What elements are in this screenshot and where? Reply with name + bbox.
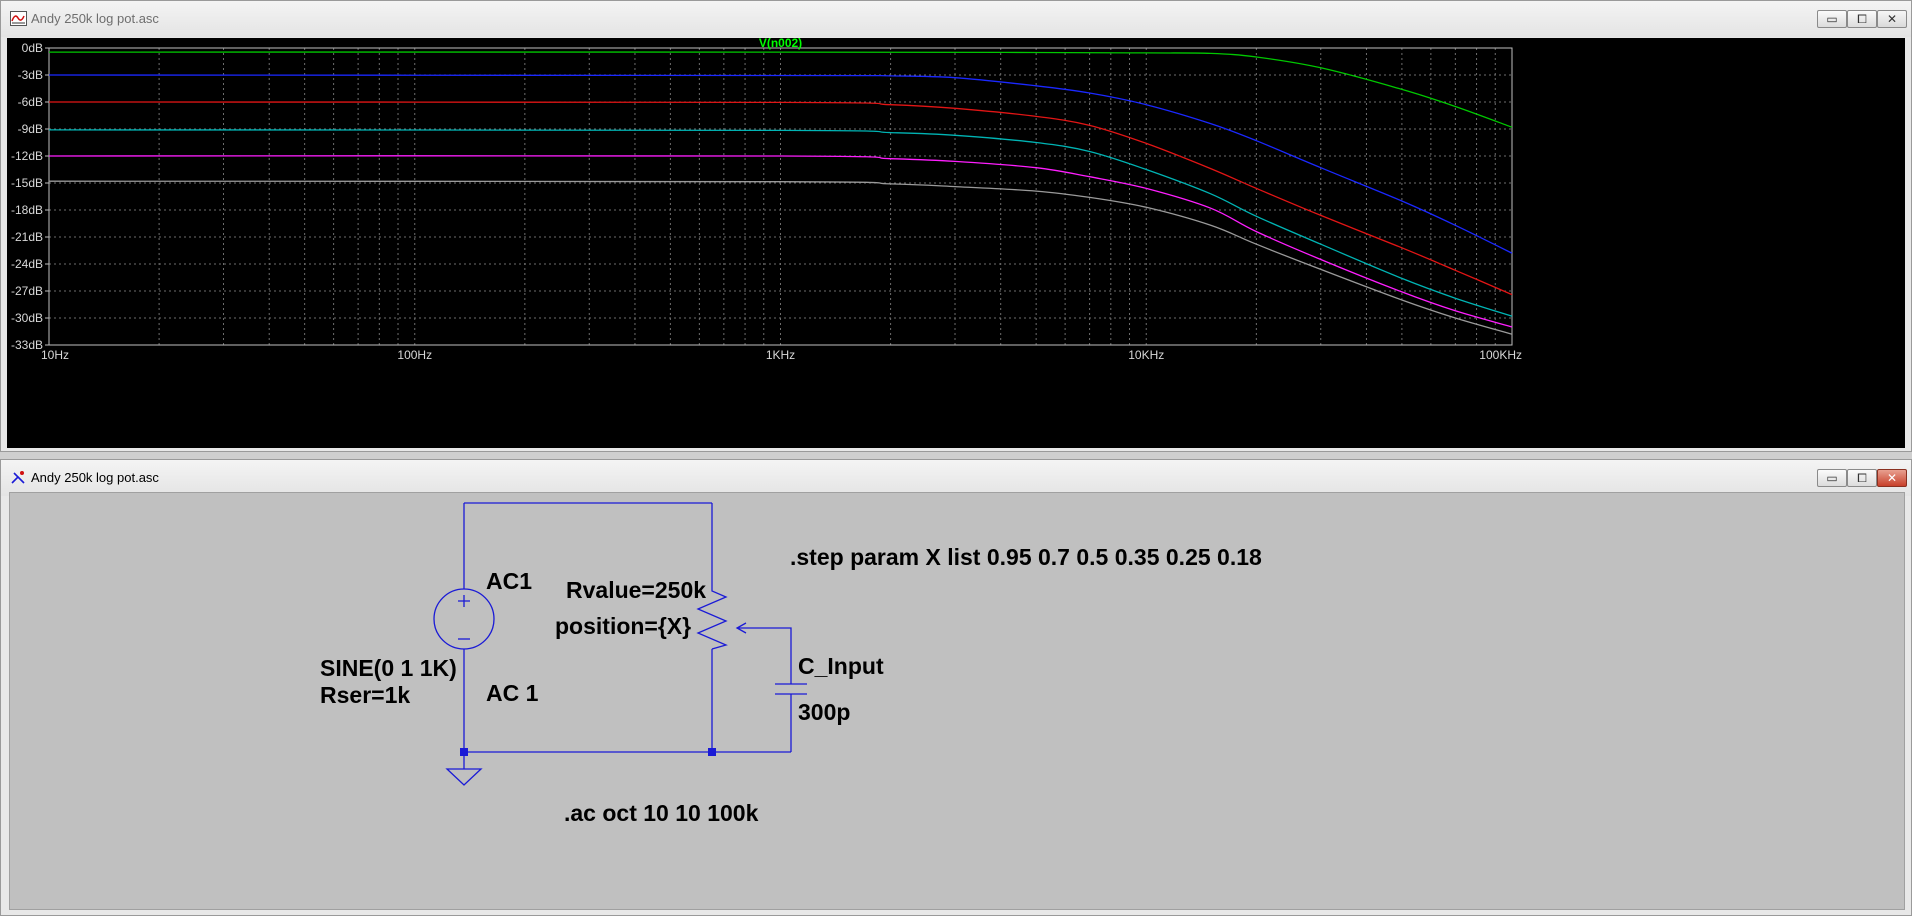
plot-frame <box>48 47 1513 346</box>
bode-plot[interactable]: 0dB -3dB -6dB -9dB -12dB -15dB -18dB -21dB -24dB… <box>7 38 1905 448</box>
y-tick-label: -24dB <box>11 257 43 271</box>
pot-position-label[interactable]: position={X} <box>555 613 691 639</box>
pot-rvalue-label[interactable]: Rvalue=250k <box>566 577 706 603</box>
plot-grid <box>49 48 1512 345</box>
plot-title[interactable]: V(n002) <box>759 38 802 50</box>
source-ac-label[interactable]: AC 1 <box>486 680 539 706</box>
y-tick-label: -33dB <box>11 338 43 352</box>
ground-icon <box>445 768 483 786</box>
circuit-diagram[interactable]: .step param X list 0.95 0.7 0.5 0.35 0.2… <box>10 493 1904 909</box>
schematic-canvas[interactable]: .step param X list 0.95 0.7 0.5 0.35 0.2… <box>9 492 1905 910</box>
junction-dot <box>708 748 716 756</box>
x-tick-label: 10KHz <box>1128 348 1164 362</box>
ac-directive[interactable]: .ac oct 10 10 100k <box>564 800 759 826</box>
capacitor-value-label[interactable]: 300p <box>798 699 850 725</box>
source-name-label[interactable]: AC1 <box>486 568 532 594</box>
waveform-icon <box>10 11 27 26</box>
x-axis: 10Hz 100Hz 1KHz 10KHz 100KHz <box>41 348 1522 362</box>
plot-area[interactable]: 0dB -3dB -6dB -9dB -12dB -15dB -18dB -21dB -24dB… <box>7 38 1905 448</box>
y-tick-label: -9dB <box>18 122 43 136</box>
y-tick-label: -6dB <box>18 95 43 109</box>
x-tick-label: 100Hz <box>397 348 432 362</box>
maximize-button[interactable]: ⧠ <box>1847 469 1877 487</box>
schematic-icon <box>11 471 25 484</box>
source-sine-label[interactable]: SINE(0 1 1K) <box>320 655 457 681</box>
y-tick-label: -12dB <box>11 149 43 163</box>
schematic-window: Andy 250k log pot.asc ▭ ⧠ ✕ .step param … <box>0 459 1912 916</box>
step-directive[interactable]: .step param X list 0.95 0.7 0.5 0.35 0.2… <box>790 544 1262 570</box>
y-tick-label: -27dB <box>11 284 43 298</box>
y-tick-label: -15dB <box>11 176 43 190</box>
y-tick-label: -3dB <box>18 68 43 82</box>
x-tick-label: 100KHz <box>1479 348 1522 362</box>
y-tick-label: -18dB <box>11 203 43 217</box>
y-axis: 0dB -3dB -6dB -9dB -12dB -15dB -18dB -21dB -24dB… <box>11 41 49 352</box>
waveform-titlebar[interactable]: Andy 250k log pot.asc ▭ ⧠ ✕ <box>1 1 1911 37</box>
minimize-button[interactable]: ▭ <box>1817 469 1847 487</box>
y-tick-label: -21dB <box>11 230 43 244</box>
x-tick-label: 10Hz <box>41 348 69 362</box>
schematic-window-title: Andy 250k log pot.asc <box>31 470 159 485</box>
wire-wiper[interactable] <box>737 627 792 684</box>
y-tick-label: -30dB <box>11 311 43 325</box>
x-tick-label: 1KHz <box>766 348 795 362</box>
y-tick-label: 0dB <box>22 41 43 55</box>
close-button[interactable]: ✕ <box>1877 10 1907 28</box>
source-plus-icon <box>458 595 470 607</box>
maximize-button[interactable]: ⧠ <box>1847 10 1877 28</box>
waveform-window-title: Andy 250k log pot.asc <box>31 11 159 26</box>
junction-dot <box>460 748 468 756</box>
waveform-window: Andy 250k log pot.asc ▭ ⧠ ✕ 0dB -3dB -6dB -… <box>0 0 1912 452</box>
capacitor-name-label[interactable]: C_Input <box>798 653 884 679</box>
schematic-titlebar[interactable]: Andy 250k log pot.asc ▭ ⧠ ✕ <box>1 460 1911 496</box>
close-button[interactable]: ✕ <box>1877 469 1907 487</box>
minimize-button[interactable]: ▭ <box>1817 10 1847 28</box>
source-rser-label[interactable]: Rser=1k <box>320 682 410 708</box>
capacitor-icon[interactable] <box>775 683 807 695</box>
